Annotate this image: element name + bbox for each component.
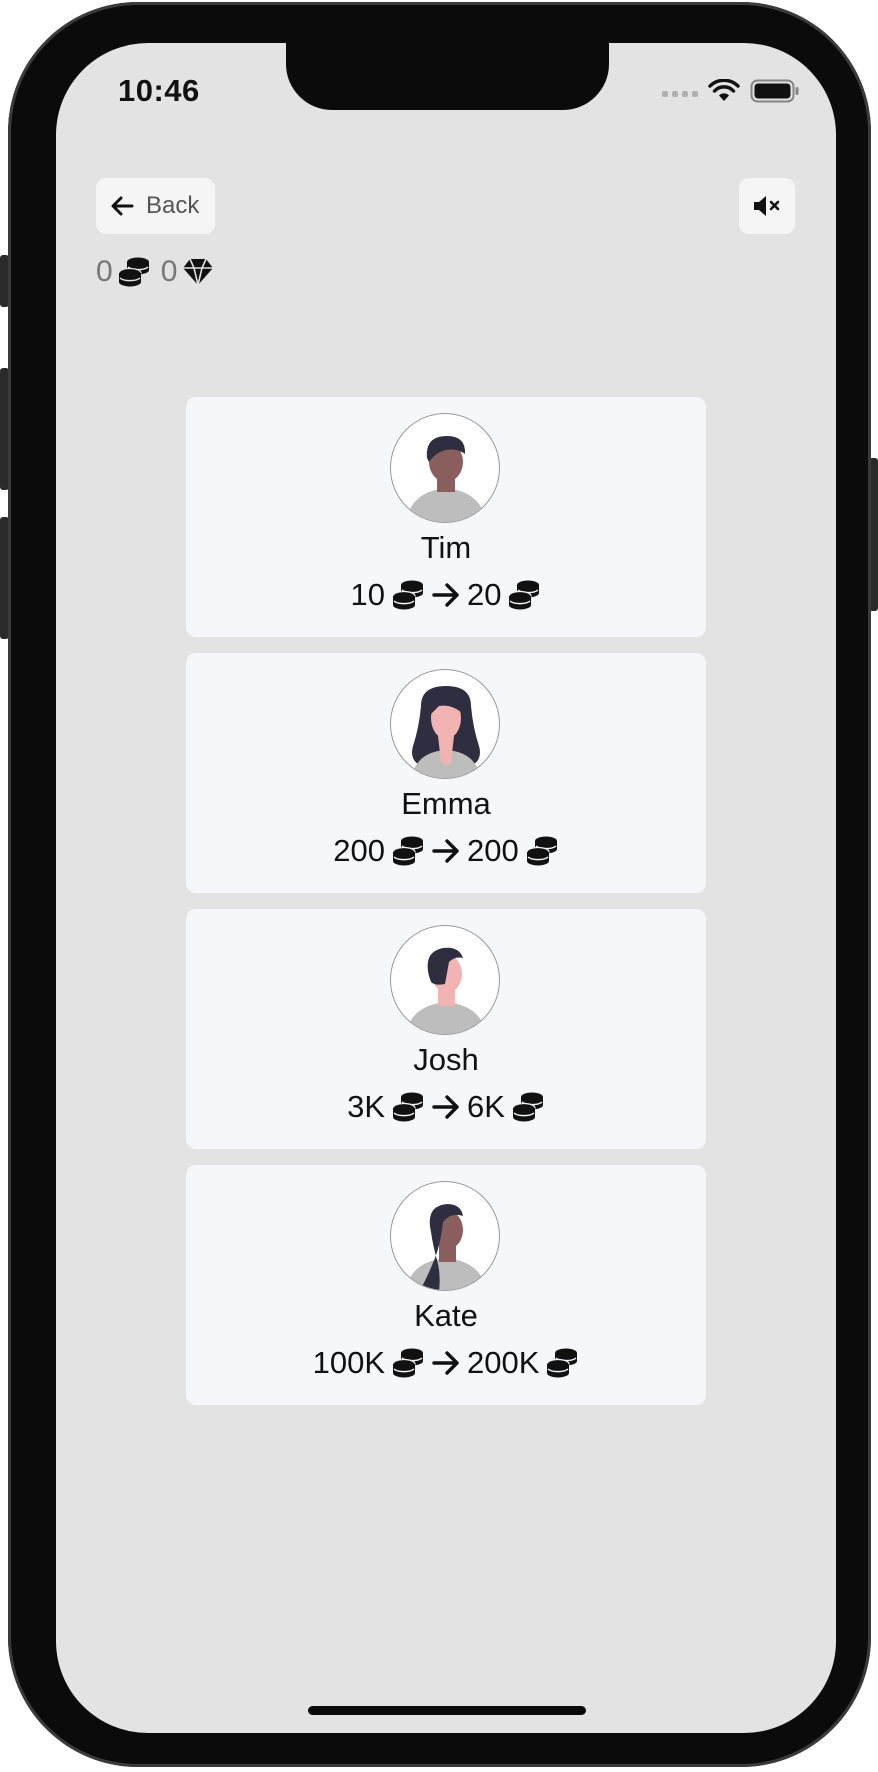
opponent-name: Tim: [420, 530, 472, 565]
gem-icon: [181, 257, 215, 287]
opponent-stakes: 3K 6K: [186, 1089, 706, 1125]
entry-fee: 200: [333, 833, 385, 868]
cellular-signal-icon: [662, 90, 698, 97]
man-side-part-avatar: [390, 925, 500, 1035]
gem-balance: 0: [160, 255, 178, 288]
arrow-left-icon: [110, 195, 134, 217]
opponent-name: Kate: [414, 1298, 478, 1333]
back-label: Back: [146, 192, 200, 219]
opponent-card-kate[interactable]: Kate 100K 200K: [186, 1165, 706, 1405]
coins-icon: [507, 579, 541, 611]
arrow-right-icon: [431, 838, 461, 864]
opponent-stakes: 10 20: [186, 577, 706, 613]
coin-balance: 0: [96, 255, 113, 288]
home-indicator[interactable]: [308, 1706, 586, 1715]
battery-icon: [750, 79, 800, 108]
reward: 200: [467, 833, 519, 868]
arrow-right-icon: [431, 582, 461, 608]
coins-icon: [391, 1091, 425, 1123]
notch: [286, 43, 609, 110]
coins-icon: [511, 1091, 545, 1123]
opponent-name: Emma: [401, 786, 491, 821]
volume-mute-icon: [752, 194, 782, 218]
opponent-stakes: 100K 200K: [186, 1345, 706, 1381]
reward: 200K: [467, 1345, 540, 1380]
phone-frame: 10:46 Back 0 0 Tim 10 20 Emma 200 200 Jo…: [8, 2, 871, 1767]
back-button[interactable]: Back: [96, 178, 215, 234]
coins-icon: [391, 579, 425, 611]
reward: 20: [467, 577, 502, 612]
entry-fee: 3K: [347, 1089, 385, 1124]
status-icons: [662, 78, 800, 108]
woman-long-hair-avatar: [390, 669, 500, 779]
mute-button[interactable]: [739, 178, 795, 234]
woman-ponytail-avatar: [390, 1181, 500, 1291]
opponent-card-josh[interactable]: Josh 3K 6K: [186, 909, 706, 1149]
arrow-right-icon: [431, 1350, 461, 1376]
opponent-name: Josh: [413, 1042, 479, 1077]
reward: 6K: [467, 1089, 505, 1124]
arrow-right-icon: [431, 1094, 461, 1120]
coins-icon: [391, 1347, 425, 1379]
opponent-stakes: 200 200: [186, 833, 706, 869]
coins-icon: [117, 256, 151, 288]
wifi-icon: [708, 78, 740, 108]
entry-fee: 100K: [312, 1345, 385, 1380]
screen: 10:46 Back 0 0 Tim 10 20 Emma 200 200 Jo…: [56, 43, 836, 1733]
opponent-list: Tim 10 20 Emma 200 200 Josh 3K 6K Kate 1…: [186, 397, 706, 1421]
status-time: 10:46: [118, 73, 200, 108]
man-short-hair-avatar: [390, 413, 500, 523]
balance-bar: 0 0: [96, 255, 215, 289]
coins-icon: [391, 835, 425, 867]
opponent-card-tim[interactable]: Tim 10 20: [186, 397, 706, 637]
entry-fee: 10: [350, 577, 385, 612]
coins-icon: [525, 835, 559, 867]
coins-icon: [545, 1347, 579, 1379]
opponent-card-emma[interactable]: Emma 200 200: [186, 653, 706, 893]
